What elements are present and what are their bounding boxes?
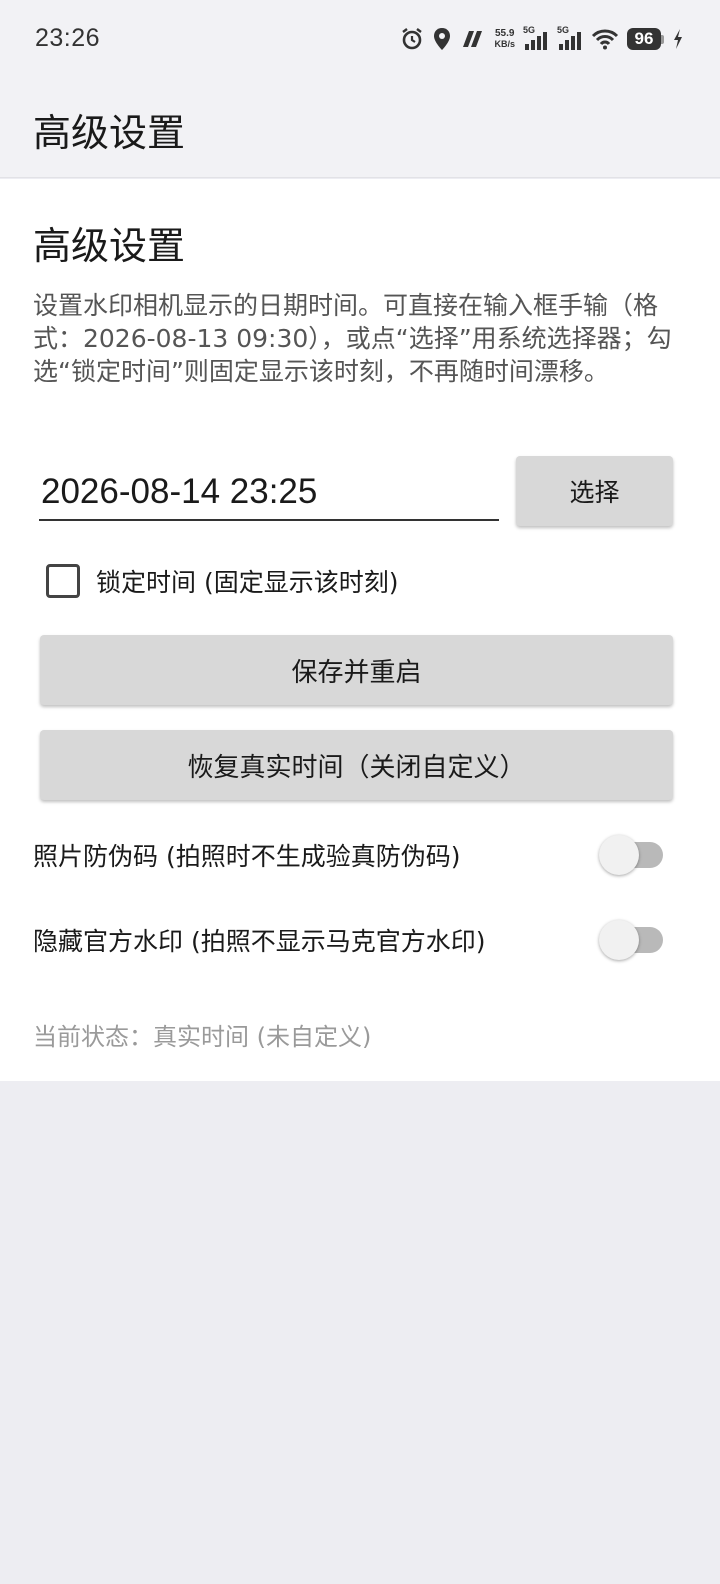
signal-icon: 5G — [523, 25, 549, 51]
datetime-input[interactable] — [39, 465, 499, 521]
app-bar-title: 高级设置 — [33, 111, 186, 155]
battery-icon: 96 — [627, 28, 664, 50]
current-status-text: 当前状态：真实时间 (未自定义) — [33, 1023, 372, 1051]
save-restart-button[interactable]: 保存并重启 — [40, 635, 673, 705]
app-icon — [460, 29, 486, 49]
signal-icon: 5G — [557, 25, 583, 51]
lock-time-row[interactable]: 锁定时间 (固定显示该时刻) — [46, 563, 398, 599]
app-bar: 高级设置 — [0, 80, 720, 178]
location-icon — [432, 27, 452, 51]
alarm-icon — [400, 27, 424, 51]
status-bar: 23:26 55.9 KB/s 5G 5G 96 — [0, 0, 720, 80]
description-text: 设置水印相机显示的日期时间。可直接在输入框手输（格式：2026-08-13 09… — [33, 291, 672, 386]
anti-fake-code-label: 照片防伪码 (拍照时不生成验真防伪码) — [33, 842, 461, 871]
restore-real-time-button[interactable]: 恢复真实时间（关闭自定义） — [40, 730, 673, 800]
pick-datetime-button[interactable]: 选择 — [516, 456, 673, 526]
wifi-icon — [591, 28, 619, 50]
network-speed: 55.9 KB/s — [494, 28, 515, 50]
hide-watermark-label: 隐藏官方水印 (拍照不显示马克官方水印) — [33, 927, 486, 956]
anti-fake-code-row: 照片防伪码 (拍照时不生成验真防伪码) — [33, 830, 663, 880]
charging-icon — [672, 28, 684, 50]
lock-time-label: 锁定时间 (固定显示该时刻) — [96, 568, 399, 597]
hide-watermark-switch[interactable] — [599, 920, 663, 960]
hide-watermark-row: 隐藏官方水印 (拍照不显示马克官方水印) — [33, 915, 663, 965]
anti-fake-code-switch[interactable] — [599, 835, 663, 875]
status-icons: 55.9 KB/s 5G 5G 96 — [400, 22, 684, 56]
lock-time-checkbox[interactable] — [46, 564, 80, 598]
status-time: 23:26 — [35, 24, 101, 52]
section-title: 高级设置 — [33, 224, 186, 268]
settings-panel: 高级设置 设置水印相机显示的日期时间。可直接在输入框手输（格式：2026-08-… — [0, 179, 720, 1081]
